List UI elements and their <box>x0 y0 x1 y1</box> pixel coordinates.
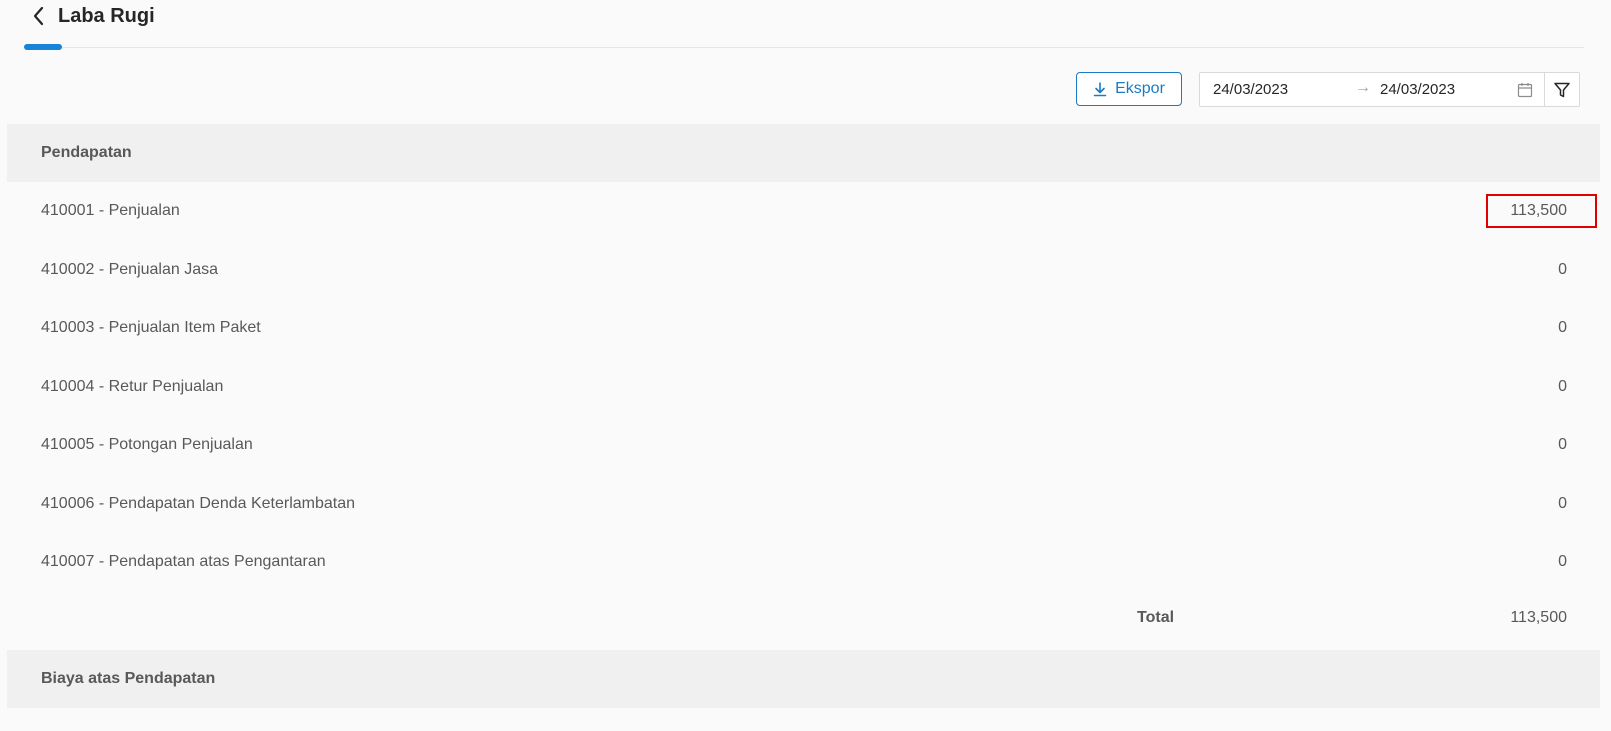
account-amount: 0 <box>1558 377 1567 395</box>
table-row: 410007 - Pendapatan atas Pengantaran 0 <box>7 533 1600 592</box>
account-name: 410001 - Penjualan <box>41 202 180 220</box>
section-header-pendapatan: Pendapatan <box>7 124 1600 182</box>
account-amount: 113,500 <box>1486 194 1597 229</box>
account-amount: 0 <box>1558 319 1567 337</box>
date-range-arrow: → <box>1355 79 1371 96</box>
export-button[interactable]: Ekspor <box>1076 72 1182 106</box>
date-end-input[interactable]: 24/03/2023 <box>1380 81 1455 98</box>
account-amount: 0 <box>1558 494 1567 512</box>
total-amount: 113,500 <box>1510 608 1567 626</box>
filter-button[interactable] <box>1544 72 1580 107</box>
account-amount: 0 <box>1558 553 1567 571</box>
account-amount: 0 <box>1558 436 1567 454</box>
export-label: Ekspor <box>1115 80 1165 97</box>
table-row: 410005 - Potongan Penjualan 0 <box>7 416 1600 475</box>
section-header-biaya: Biaya atas Pendapatan <box>7 649 1600 708</box>
total-row: Total 113,500 <box>7 592 1600 650</box>
page-header: Laba Rugi <box>0 0 1611 52</box>
total-label: Total <box>1137 608 1175 626</box>
date-range-picker[interactable]: 24/03/2023 → 24/03/2023 <box>1199 72 1544 107</box>
account-name: 410006 - Pendapatan Denda Keterlambatan <box>41 494 356 512</box>
report-toolbar: Ekspor 24/03/2023 → 24/03/2023 <box>0 72 1611 108</box>
table-row: 410004 - Retur Penjualan 0 <box>7 358 1600 417</box>
tab-bar-divider <box>24 47 1584 48</box>
account-name: 410005 - Potongan Penjualan <box>41 436 253 454</box>
chevron-left-icon <box>33 6 44 26</box>
table-row: 410002 - Penjualan Jasa 0 <box>7 241 1600 300</box>
date-start-input[interactable]: 24/03/2023 <box>1213 81 1288 98</box>
profit-loss-table: Pendapatan 410001 - Penjualan 113,500 41… <box>7 124 1600 708</box>
tab-active-indicator <box>24 44 62 50</box>
download-icon <box>1093 81 1107 96</box>
table-row: 410006 - Pendapatan Denda Keterlambatan … <box>7 475 1600 534</box>
account-name: 410007 - Pendapatan atas Pengantaran <box>41 553 326 571</box>
account-name: 410002 - Penjualan Jasa <box>41 260 219 278</box>
calendar-icon[interactable] <box>1517 82 1533 98</box>
table-row: 410001 - Penjualan 113,500 <box>7 182 1600 241</box>
account-name: 410003 - Penjualan Item Paket <box>41 319 261 337</box>
back-button[interactable] <box>28 4 50 28</box>
account-amount: 0 <box>1558 260 1567 278</box>
table-row: 410003 - Penjualan Item Paket 0 <box>7 299 1600 358</box>
page-title: Laba Rugi <box>58 5 155 27</box>
account-name: 410004 - Retur Penjualan <box>41 377 224 395</box>
filter-icon <box>1554 82 1570 97</box>
